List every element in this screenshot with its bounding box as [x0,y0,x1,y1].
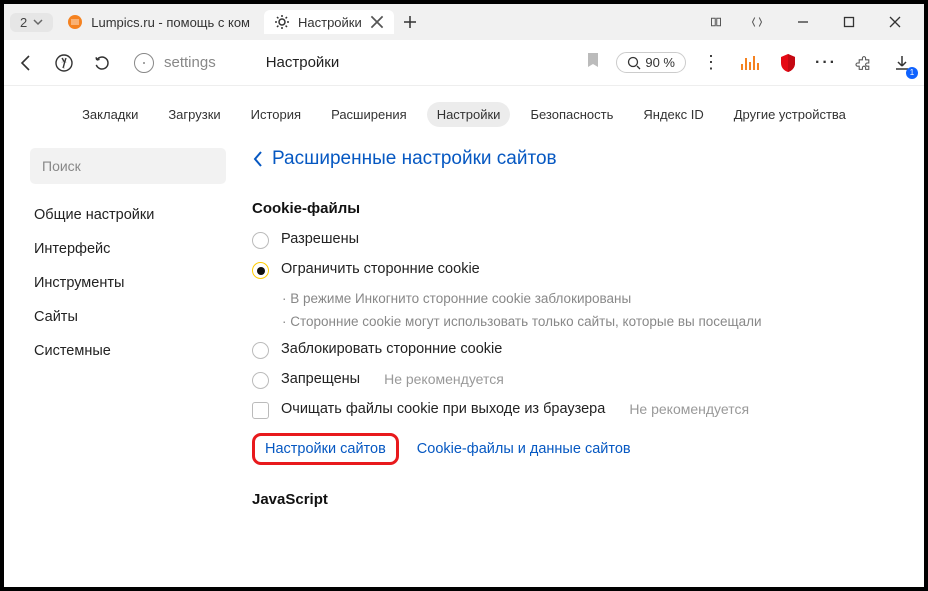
address-path: settings [164,54,216,71]
lumpics-favicon [67,14,83,30]
tab-bar: 2 Lumpics.ru - помощь с ком Настройки [4,4,924,40]
nav-extensions[interactable]: Расширения [321,102,417,127]
page-title: Расширенные настройки сайтов [272,148,557,170]
window-close-button[interactable] [872,6,918,38]
hint-not-recommended: Не рекомендуется [629,401,749,417]
reader-icon[interactable] [698,6,734,38]
settings-nav: Закладки Загрузки История Расширения Нас… [4,86,924,130]
option-sub-incognito: · В режиме Инкогнито сторонние cookie за… [282,291,898,306]
back-button[interactable] [14,51,38,75]
close-icon[interactable] [370,15,384,29]
sidebar-item-sites[interactable]: Сайты [30,300,226,334]
option-label: Заблокировать сторонние cookie [281,341,502,357]
downloads-icon[interactable]: 1 [890,51,914,75]
new-tab-button[interactable] [398,10,422,34]
toolbar: settings Настройки 90 % ⋮ ··· 1 [4,40,924,86]
option-sub-visited: · Сторонние cookie могут использовать то… [282,314,898,329]
site-info-icon[interactable] [134,53,154,73]
sidebar-item-interface[interactable]: Интерфейс [30,232,226,266]
tab-settings[interactable]: Настройки [264,10,394,34]
tab-lumpics[interactable]: Lumpics.ru - помощь с ком [57,10,260,34]
yandex-home-icon[interactable] [52,51,76,75]
zoom-indicator[interactable]: 90 % [616,52,686,73]
chevron-down-icon [33,17,43,27]
chevron-left-icon [252,150,264,168]
sidebar-item-general[interactable]: Общие настройки [30,198,226,232]
gear-icon [274,14,290,30]
extensions-icon[interactable] [852,51,876,75]
option-block-3p-cookies[interactable]: Заблокировать сторонние cookie [252,341,898,359]
radio-icon [252,372,269,389]
option-allow-cookies[interactable]: Разрешены [252,231,898,249]
tabs-overview-icon[interactable] [734,6,780,38]
tab-title: Lumpics.ru - помощь с ком [91,15,250,30]
radio-icon-checked [252,262,269,279]
nav-yandex-id[interactable]: Яндекс ID [633,102,713,127]
address-title: Настройки [266,54,577,71]
nav-downloads[interactable]: Загрузки [158,102,230,127]
main-panel: Расширенные настройки сайтов Cookie-файл… [242,148,898,522]
search-input[interactable]: Поиск [30,148,226,184]
nav-history[interactable]: История [241,102,311,127]
nav-security[interactable]: Безопасность [520,102,623,127]
option-limit-3p-cookies[interactable]: Ограничить сторонние cookie [252,261,898,279]
bookmark-icon[interactable] [586,52,602,73]
nav-settings[interactable]: Настройки [427,102,511,127]
back-to-advanced[interactable]: Расширенные настройки сайтов [252,148,898,170]
search-placeholder: Поиск [42,158,81,174]
magnifier-icon [627,56,641,70]
nav-bookmarks[interactable]: Закладки [72,102,148,127]
downloads-badge: 1 [906,67,918,79]
option-label: Запрещены [281,371,360,387]
zoom-value: 90 % [645,55,675,70]
address-bar[interactable]: settings Настройки [128,52,602,73]
sidebar-item-system[interactable]: Системные [30,334,226,368]
option-label: Очищать файлы cookie при выходе из брауз… [281,401,605,417]
tab-count: 2 [20,15,27,30]
window-maximize-button[interactable] [826,6,872,38]
checkbox-icon [252,402,269,419]
cookie-links: Настройки сайтов Cookie-файлы и данные с… [252,433,898,465]
equalizer-icon[interactable] [738,51,762,75]
menu-dots-icon[interactable]: ⋮ [700,51,724,75]
hint-not-recommended: Не рекомендуется [384,371,504,387]
section-javascript-heading: JavaScript [252,491,898,508]
nav-other-devices[interactable]: Другие устройства [724,102,856,127]
more-dots-icon[interactable]: ··· [814,51,838,75]
option-label: Ограничить сторонние cookie [281,261,480,277]
adblock-icon[interactable] [776,51,800,75]
link-cookies-and-data[interactable]: Cookie-файлы и данные сайтов [417,441,631,457]
reload-button[interactable] [90,51,114,75]
option-label: Разрешены [281,231,359,247]
option-deny-cookies[interactable]: Запрещены Не рекомендуется [252,371,898,389]
radio-icon [252,232,269,249]
section-cookies-heading: Cookie-файлы [252,200,898,217]
option-clear-on-exit[interactable]: Очищать файлы cookie при выходе из брауз… [252,401,898,419]
tab-counter[interactable]: 2 [10,13,53,32]
radio-icon [252,342,269,359]
content: Поиск Общие настройки Интерфейс Инструме… [4,130,924,522]
sidebar-item-tools[interactable]: Инструменты [30,266,226,300]
link-site-settings[interactable]: Настройки сайтов [252,433,399,465]
window-minimize-button[interactable] [780,6,826,38]
tab-title: Настройки [298,15,362,30]
sidebar: Поиск Общие настройки Интерфейс Инструме… [30,148,226,522]
